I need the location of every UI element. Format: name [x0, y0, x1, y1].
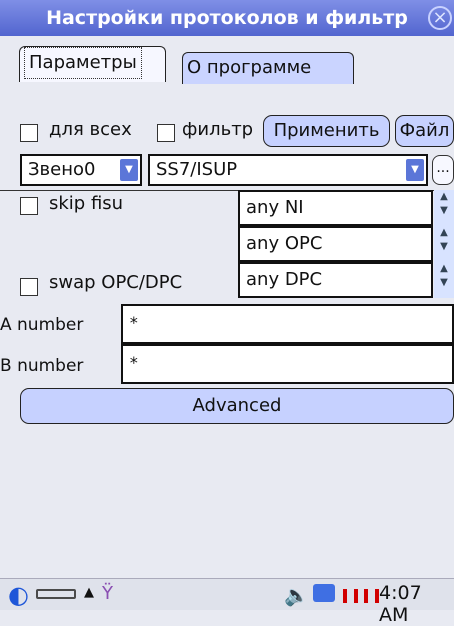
- link-select[interactable]: Звено0 ▼: [20, 154, 142, 186]
- filter-checkbox[interactable]: [157, 124, 175, 142]
- network-icon[interactable]: [313, 584, 335, 602]
- apply-button[interactable]: Применить: [263, 115, 390, 147]
- speaker-icon[interactable]: 🔈: [284, 583, 309, 607]
- spin-down-icon[interactable]: ▼: [434, 276, 454, 290]
- a-number-input[interactable]: *: [121, 304, 454, 344]
- taskbar: ◐ ▲ Ÿ 🔈 4:07 AM: [0, 578, 454, 626]
- spin-down-icon[interactable]: ▼: [434, 204, 454, 218]
- close-icon[interactable]: ×: [428, 6, 452, 30]
- filter-label: фильтр: [182, 119, 254, 140]
- dpc-field[interactable]: any DPC: [238, 262, 433, 298]
- file-button[interactable]: Файл: [395, 115, 454, 147]
- skip-fisu-label: skip fisu: [49, 193, 124, 214]
- opc-field[interactable]: any OPC: [238, 226, 433, 262]
- spin-up-icon[interactable]: ▲: [434, 226, 454, 240]
- chevron-down-icon[interactable]: ▼: [406, 159, 424, 181]
- protocol-select[interactable]: SS7/ISUP ▼: [148, 154, 428, 186]
- spin-up-icon[interactable]: ▲: [434, 262, 454, 276]
- clock: 4:07 AM: [379, 582, 422, 626]
- tab-label: Параметры: [24, 47, 142, 79]
- protocol-select-value: SS7/ISUP: [156, 159, 238, 180]
- a-number-label: A number: [0, 315, 84, 335]
- battery-icon: [343, 587, 380, 608]
- chevron-down-icon[interactable]: ▼: [120, 159, 138, 181]
- b-number-input[interactable]: *: [121, 344, 454, 384]
- swap-opc-dpc-label: swap OPC/DPC: [49, 272, 183, 293]
- window-title-bar: Настройки протоколов и фильтр: [0, 0, 454, 36]
- antenna-icon[interactable]: Ÿ: [102, 583, 113, 604]
- link-select-value: Звено0: [28, 159, 96, 180]
- swap-opc-dpc-checkbox[interactable]: [20, 278, 38, 296]
- spin-down-icon[interactable]: ▼: [434, 240, 454, 254]
- window-title: Настройки протоколов и фильтр: [46, 7, 408, 29]
- tab-about[interactable]: О программе: [182, 52, 354, 84]
- opc-spinner[interactable]: ▲ ▼: [434, 226, 454, 262]
- skip-fisu-checkbox[interactable]: [20, 197, 38, 215]
- b-number-label: B number: [0, 356, 84, 376]
- ni-field[interactable]: any NI: [238, 190, 433, 226]
- dpc-spinner[interactable]: ▲ ▼: [434, 262, 454, 298]
- advanced-button[interactable]: Advanced: [20, 388, 454, 424]
- all-checkbox[interactable]: [20, 124, 38, 142]
- all-label: для всех: [49, 119, 132, 140]
- spin-up-icon[interactable]: ▲: [434, 190, 454, 204]
- start-icon[interactable]: ◐: [8, 581, 29, 609]
- tab-parameters[interactable]: Параметры: [19, 46, 166, 82]
- more-button[interactable]: ...: [432, 155, 454, 185]
- up-arrow-icon[interactable]: ▲: [84, 585, 94, 600]
- ni-spinner[interactable]: ▲ ▼: [434, 190, 454, 226]
- keyboard-icon[interactable]: [36, 589, 76, 599]
- tab-label: О программе: [187, 57, 312, 78]
